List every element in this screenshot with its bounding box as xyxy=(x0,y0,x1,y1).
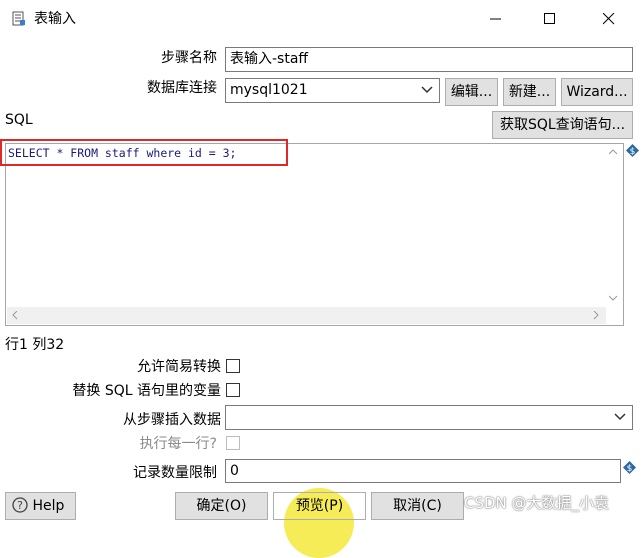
variable-icon: $ xyxy=(626,144,639,157)
ok-button[interactable]: 确定(O) xyxy=(175,492,268,520)
db-connection-value: mysql1021 xyxy=(230,82,308,98)
help-button[interactable]: ? Help xyxy=(5,492,76,520)
db-connection-select[interactable]: mysql1021 xyxy=(225,78,440,103)
lazy-conversion-checkbox[interactable] xyxy=(226,359,240,373)
insert-from-step-label: 从步骤插入数据 xyxy=(123,412,221,428)
title-bar: 表输入 xyxy=(0,0,641,38)
maximize-button[interactable] xyxy=(527,0,573,38)
replace-variables-checkbox[interactable] xyxy=(226,383,240,397)
wizard-button[interactable]: Wizard... xyxy=(561,78,633,106)
minimize-button[interactable] xyxy=(473,0,519,38)
limit-label: 记录数量限制 xyxy=(133,465,217,481)
svg-text:$: $ xyxy=(630,147,636,157)
close-icon xyxy=(603,13,615,25)
step-name-label: 步骤名称 xyxy=(161,50,217,66)
execute-each-row-label: 执行每一行? xyxy=(139,436,217,452)
chevron-down-icon xyxy=(421,86,433,94)
replace-variables-label: 替换 SQL 语句里的变量 xyxy=(72,383,221,399)
preview-button[interactable]: 预览(P) xyxy=(273,492,366,520)
sql-highlight-box xyxy=(0,139,288,166)
watermark: CSDN @大数据_小袁 xyxy=(464,494,610,512)
cancel-button[interactable]: 取消(C) xyxy=(371,492,464,520)
db-connection-label: 数据库连接 xyxy=(147,80,217,96)
svg-text:$: $ xyxy=(627,464,633,474)
maximize-icon xyxy=(544,13,555,24)
step-name-input[interactable]: 表输入-staff xyxy=(225,47,633,72)
help-icon: ? xyxy=(12,497,28,513)
horizontal-scrollbar[interactable] xyxy=(7,307,606,324)
scroll-down-icon xyxy=(609,295,618,301)
sql-label: SQL xyxy=(5,112,33,128)
get-sql-button[interactable]: 获取SQL查询语句... xyxy=(492,111,633,139)
help-label: Help xyxy=(32,498,65,514)
vertical-scrollbar[interactable] xyxy=(605,145,622,307)
execute-each-row-checkbox[interactable] xyxy=(226,436,240,450)
close-button[interactable] xyxy=(586,0,632,38)
chevron-down-icon xyxy=(614,413,626,421)
cursor-position: 行1 列32 xyxy=(5,337,65,353)
limit-input[interactable]: 0 xyxy=(225,459,621,483)
minimize-icon xyxy=(490,18,501,20)
scroll-left-icon xyxy=(12,311,18,320)
scroll-up-icon xyxy=(609,149,618,155)
table-input-icon xyxy=(12,11,25,26)
new-connection-button[interactable]: 新建... xyxy=(503,78,556,106)
variable-icon: $ xyxy=(623,461,636,474)
insert-from-step-select[interactable] xyxy=(225,405,633,430)
svg-text:?: ? xyxy=(17,499,23,512)
scroll-right-icon xyxy=(593,311,599,320)
edit-connection-button[interactable]: 编辑... xyxy=(445,78,498,106)
sql-editor[interactable]: SELECT * FROM staff where id = 3; xyxy=(5,143,624,326)
lazy-conversion-label: 允许简易转换 xyxy=(137,359,221,375)
window-title: 表输入 xyxy=(34,11,76,27)
